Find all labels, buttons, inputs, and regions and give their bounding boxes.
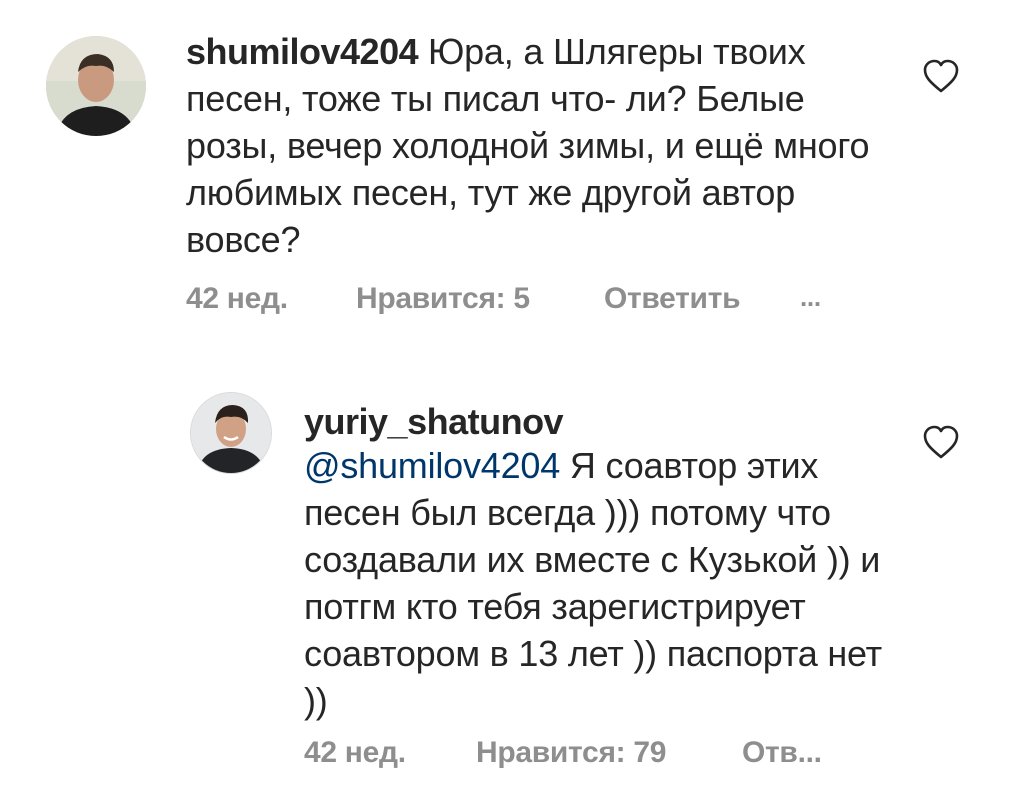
avatar-shumilov4204[interactable] xyxy=(46,36,146,136)
comment-2-text: @shumilov4204 Я соавтор этих песен был в… xyxy=(304,442,894,724)
comment-1: shumilov4204 Юра, а Шлягеры твоих песен,… xyxy=(0,0,1020,340)
avatar-yuriy-shatunov[interactable] xyxy=(190,392,272,474)
comment-2-time: 42 нед. xyxy=(304,736,406,769)
comment-1-more-icon[interactable]: ... xyxy=(800,282,821,313)
comment-2-meta: 42 нед. Нравится: 79 Отв... xyxy=(304,736,904,776)
comment-2-message: Я соавтор этих песен был всегда ))) пото… xyxy=(304,445,882,721)
heart-outline-icon[interactable] xyxy=(922,424,960,460)
comment-2-username-line: yuriy_shatunov xyxy=(304,398,904,445)
comment-2: yuriy_shatunov @shumilov4204 Я соавтор э… xyxy=(0,380,1020,800)
comment-1-meta: 42 нед. Нравится: 5 Ответить ... xyxy=(186,282,886,322)
comment-2-mention[interactable]: @shumilov4204 xyxy=(304,445,560,486)
comment-2-likes[interactable]: Нравится: 79 xyxy=(476,736,666,770)
comment-2-reply-button[interactable]: Отв... xyxy=(742,736,822,770)
heart-outline-icon[interactable] xyxy=(922,58,960,94)
comment-1-text: shumilov4204 Юра, а Шлягеры твоих песен,… xyxy=(186,28,886,263)
comment-1-username[interactable]: shumilov4204 xyxy=(186,31,419,72)
comment-2-username[interactable]: yuriy_shatunov xyxy=(304,401,564,442)
comment-1-reply-button[interactable]: Ответить xyxy=(604,282,741,316)
comment-1-likes[interactable]: Нравится: 5 xyxy=(356,282,530,316)
comment-1-time: 42 нед. xyxy=(186,282,288,315)
